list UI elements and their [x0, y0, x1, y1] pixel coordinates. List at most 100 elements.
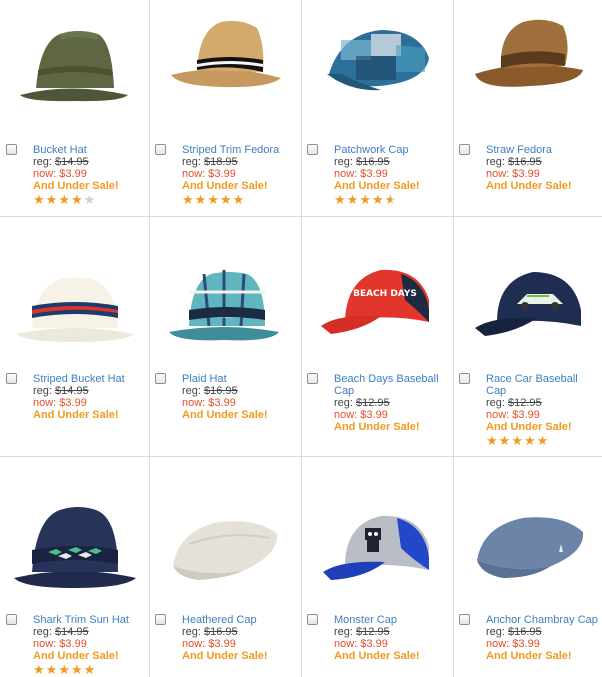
rating-star: ★: [182, 192, 195, 207]
regular-price: reg: $12.95: [486, 397, 542, 409]
sale-price: now: $3.99: [334, 409, 388, 421]
rating-star: ★: [207, 192, 220, 207]
product-name-link[interactable]: Bucket Hat: [33, 144, 147, 156]
rating-stars: ★★★★★: [182, 192, 296, 207]
compare-checkbox[interactable]: [6, 614, 17, 625]
rating-star: ★: [83, 192, 97, 207]
regular-price: reg: $16.95: [182, 385, 238, 397]
product-card: BEACH DAYS Beach Days Baseball Cap reg: …: [301, 216, 451, 456]
rating-star: ★: [511, 433, 524, 448]
compare-checkbox[interactable]: [459, 144, 470, 155]
compare-checkbox[interactable]: [155, 373, 166, 384]
product-image-link[interactable]: [453, 0, 602, 140]
compare-checkbox[interactable]: [155, 614, 166, 625]
compare-checkbox[interactable]: [155, 144, 166, 155]
rating-star: ★: [334, 192, 347, 207]
product-name-link[interactable]: Beach Days Baseball Cap: [334, 373, 448, 397]
compare-checkbox[interactable]: [6, 373, 17, 384]
product-image-link[interactable]: [0, 230, 150, 370]
sale-price: now: $3.99: [486, 168, 540, 180]
product-name-link[interactable]: Monster Cap: [334, 614, 448, 626]
sale-badge: And Under Sale!: [33, 650, 119, 662]
product-image-link[interactable]: [0, 474, 150, 614]
product-card: Race Car Baseball Cap reg: $12.95 now: $…: [453, 216, 602, 456]
regular-price: reg: $14.95: [33, 156, 89, 168]
product-image-link[interactable]: BEACH DAYS: [301, 230, 451, 370]
rating-star: ★: [371, 192, 385, 207]
product-card: Anchor Chambray Cap reg: $16.95 now: $3.…: [453, 456, 602, 677]
product-card: Plaid Hat reg: $16.95 now: $3.99 And Und…: [149, 216, 299, 456]
sale-badge: And Under Sale!: [33, 409, 119, 421]
rating-stars: ★★★★★: [334, 192, 448, 207]
sale-badge: And Under Sale!: [33, 180, 119, 192]
product-image-link[interactable]: [149, 0, 299, 140]
compare-checkbox[interactable]: [6, 144, 17, 155]
rating-stars: ★★★★★: [33, 662, 147, 677]
regular-price: reg: $16.95: [182, 626, 238, 638]
rating-star: ★: [33, 192, 46, 207]
product-image-link[interactable]: [149, 230, 299, 370]
rating-stars: ★★★★★: [33, 192, 147, 207]
product-grid: Bucket Hat reg: $14.95 now: $3.99 And Un…: [0, 0, 602, 677]
sale-price: now: $3.99: [33, 168, 87, 180]
product-card: Striped Trim Fedora reg: $18.95 now: $3.…: [149, 0, 299, 216]
product-card: Heathered Cap reg: $16.95 now: $3.99 And…: [149, 456, 299, 677]
rating-star: ★: [523, 433, 537, 448]
product-name-link[interactable]: Heathered Cap: [182, 614, 296, 626]
compare-checkbox[interactable]: [459, 614, 470, 625]
svg-text:BEACH DAYS: BEACH DAYS: [353, 289, 417, 299]
sale-price: now: $3.99: [486, 409, 540, 421]
rating-star: ★: [45, 192, 59, 207]
sale-badge: And Under Sale!: [486, 180, 572, 192]
grid-divider-vertical: [453, 0, 454, 677]
rating-star: ★: [83, 662, 97, 677]
rating-star: ★: [536, 433, 550, 448]
sale-price: now: $3.99: [182, 168, 236, 180]
product-name-link[interactable]: Striped Trim Fedora: [182, 144, 296, 156]
compare-checkbox[interactable]: [307, 614, 318, 625]
regular-price: reg: $18.95: [182, 156, 238, 168]
sale-badge: And Under Sale!: [182, 650, 268, 662]
product-image-link[interactable]: [301, 474, 451, 614]
compare-checkbox[interactable]: [307, 144, 318, 155]
product-image-link[interactable]: [0, 0, 150, 140]
rating-star: ★: [346, 192, 360, 207]
rating-star: ★: [498, 433, 512, 448]
product-card: Striped Bucket Hat reg: $14.95 now: $3.9…: [0, 216, 150, 456]
grid-divider-horizontal: [0, 456, 602, 457]
regular-price: reg: $14.95: [33, 385, 89, 397]
sale-price: now: $3.99: [334, 638, 388, 650]
grid-divider-vertical: [149, 0, 150, 677]
sale-price: now: $3.99: [182, 397, 236, 409]
rating-star: ★: [58, 192, 71, 207]
product-image-link[interactable]: [453, 474, 602, 614]
product-name-link[interactable]: Striped Bucket Hat: [33, 373, 147, 385]
regular-price: reg: $16.95: [334, 156, 390, 168]
compare-checkbox[interactable]: [307, 373, 318, 384]
rating-star: ★: [486, 433, 499, 448]
sale-price: now: $3.99: [33, 397, 87, 409]
product-name-link[interactable]: Shark Trim Sun Hat: [33, 614, 147, 626]
rating-star: ★: [219, 192, 233, 207]
regular-price: reg: $14.95: [33, 626, 89, 638]
product-name-link[interactable]: Race Car Baseball Cap: [486, 373, 600, 397]
product-name-link[interactable]: Anchor Chambray Cap: [486, 614, 600, 626]
sale-badge: And Under Sale!: [486, 650, 572, 662]
product-image-link[interactable]: [149, 474, 299, 614]
rating-star: ★: [70, 662, 84, 677]
product-card: Monster Cap reg: $12.95 now: $3.99 And U…: [301, 456, 451, 677]
rating-stars: ★★★★★: [486, 433, 600, 448]
compare-checkbox[interactable]: [459, 373, 470, 384]
sale-badge: And Under Sale!: [182, 409, 268, 421]
rating-star: ★: [70, 192, 84, 207]
rating-star: ★: [194, 192, 208, 207]
grid-divider-horizontal: [0, 216, 602, 217]
product-name-link[interactable]: Patchwork Cap: [334, 144, 448, 156]
product-image-link[interactable]: [453, 230, 602, 370]
product-name-link[interactable]: Straw Fedora: [486, 144, 600, 156]
product-image-link[interactable]: [301, 0, 451, 140]
sale-badge: And Under Sale!: [334, 650, 420, 662]
product-name-link[interactable]: Plaid Hat: [182, 373, 296, 385]
regular-price: reg: $12.95: [334, 626, 390, 638]
sale-badge: And Under Sale!: [182, 180, 268, 192]
